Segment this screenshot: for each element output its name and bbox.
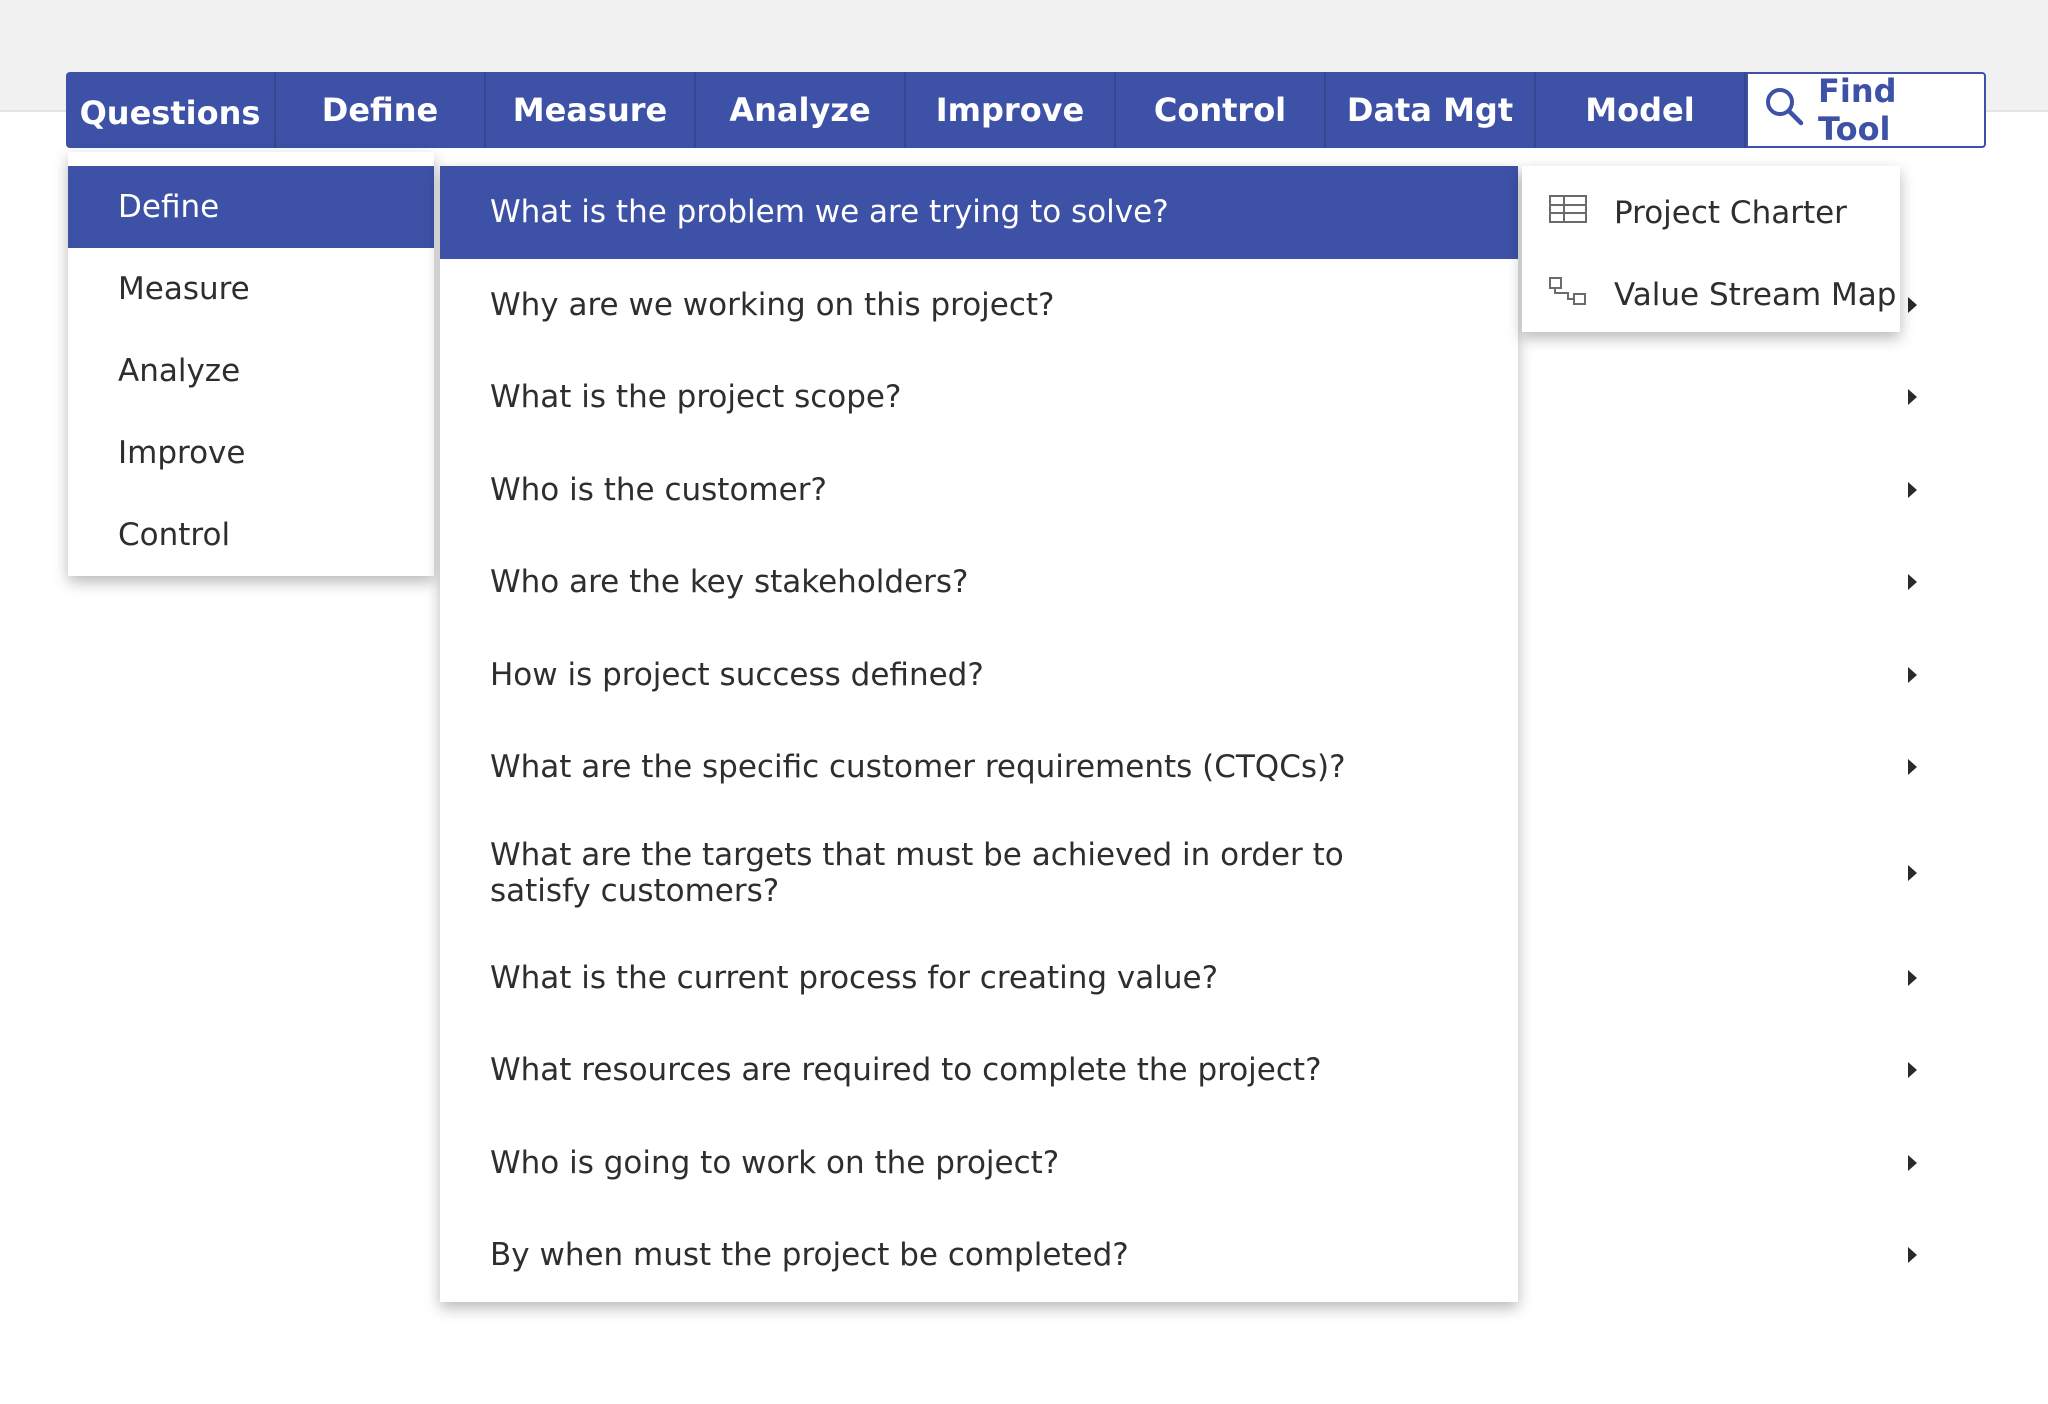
caret-right-icon [1908,864,1917,881]
ribbon-menu: Questions Define Measure Analyze Improve… [66,72,1994,148]
caret-right-icon [1908,574,1917,591]
menu-item-label: Measure [118,271,250,307]
caret-right-icon [1908,969,1917,986]
caret-right-icon [1908,1062,1917,1079]
question-item[interactable]: What is the problem we are trying to sol… [440,166,1917,259]
find-tool-label: Find Tool [1818,72,1897,148]
tab-improve[interactable]: Improve [906,72,1116,148]
questions-dropdown: Define Measure Analyze Improve Control [68,152,461,576]
caret-right-icon [1908,759,1917,776]
define-questions-submenu: What is the problem we are trying to sol… [440,166,1917,1302]
question-label: Who are the key stakeholders? [490,564,969,601]
menu-item-label: Improve [118,435,246,471]
menu-item-improve[interactable]: Improve [68,412,461,494]
question-item[interactable]: What are the specific customer requireme… [440,721,1917,814]
tool-label: Value Stream Map [1614,277,1897,313]
caret-right-icon [1908,204,1917,221]
find-tool-button[interactable]: Find Tool [1746,72,1986,148]
caret-right-icon [1908,389,1917,406]
question-item[interactable]: What is the project scope? [440,351,1917,444]
tab-data-mgt[interactable]: Data Mgt [1326,72,1536,148]
question-label: What is the problem we are trying to sol… [490,194,1169,231]
caret-right-icon [1908,296,1917,313]
question-label: What is the current process for creating… [490,959,1219,996]
table-icon [1548,193,1588,233]
menu-item-label: Define [118,189,220,225]
question-item[interactable]: By when must the project be completed? [440,1209,1917,1302]
menu-item-measure[interactable]: Measure [68,248,461,330]
tab-control[interactable]: Control [1116,72,1326,148]
tab-questions[interactable]: Questions [66,72,276,148]
tool-item-project-charter[interactable]: Project Charter [1522,172,1900,254]
question-label: What resources are required to complete … [490,1052,1322,1089]
menu-item-label: Analyze [118,353,241,389]
question-item[interactable]: What are the targets that must be achiev… [440,814,1917,932]
menu-item-define[interactable]: Define [68,166,461,248]
question-label: Why are we working on this project? [490,286,1055,323]
question-label: How is project success defined? [490,656,984,693]
question-item[interactable]: Why are we working on this project? [440,259,1917,352]
caret-right-icon [1908,1154,1917,1171]
tab-analyze[interactable]: Analyze [696,72,906,148]
search-icon [1764,86,1804,134]
tab-define[interactable]: Define [276,72,486,148]
question-item[interactable]: Who are the key stakeholders? [440,536,1917,629]
question-label: What are the specific customer requireme… [490,749,1346,786]
question-label: What are the targets that must be achiev… [490,836,1344,909]
question-item[interactable]: Who is going to work on the project? [440,1117,1917,1210]
question-item[interactable]: What resources are required to complete … [440,1024,1917,1117]
menu-item-label: Control [118,517,231,553]
tools-submenu: Project Charter Value Stream Map [1522,166,1900,332]
tab-model[interactable]: Model [1536,72,1746,148]
caret-right-icon [1908,481,1917,498]
question-label: By when must the project be completed? [490,1237,1129,1274]
question-label: Who is going to work on the project? [490,1144,1060,1181]
tool-item-value-stream-map[interactable]: Value Stream Map [1522,254,1900,336]
tool-label: Project Charter [1614,195,1847,231]
caret-right-icon [1908,666,1917,683]
value-stream-icon [1548,275,1588,315]
menu-item-analyze[interactable]: Analyze [68,330,461,412]
caret-right-icon [1908,1247,1917,1264]
question-label: What is the project scope? [490,379,902,416]
question-label: Who is the customer? [490,471,827,508]
menu-item-control[interactable]: Control [68,494,461,576]
question-item[interactable]: Who is the customer? [440,444,1917,537]
question-item[interactable]: What is the current process for creating… [440,932,1917,1025]
tab-measure[interactable]: Measure [486,72,696,148]
question-item[interactable]: How is project success defined? [440,629,1917,722]
